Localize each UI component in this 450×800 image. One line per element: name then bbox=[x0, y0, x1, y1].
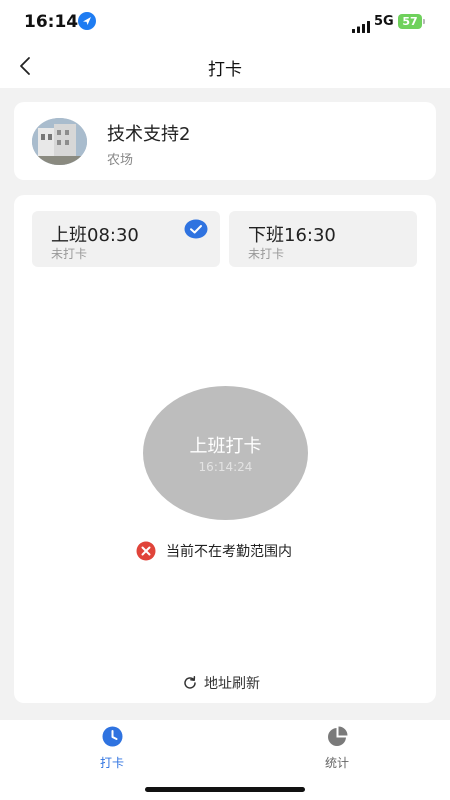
tab-label: 打卡 bbox=[99, 756, 124, 770]
range-message: 当前不在考勤范围内 bbox=[166, 544, 292, 560]
error-icon bbox=[136, 541, 156, 561]
shift-time: 上班08:30 bbox=[51, 225, 139, 246]
refresh-label: 地址刷新 bbox=[204, 676, 260, 692]
user-name: 技术支持2 bbox=[107, 124, 191, 145]
home-indicator bbox=[145, 787, 305, 792]
tab-label: 统计 bbox=[324, 756, 349, 770]
battery-icon: 57 bbox=[398, 14, 422, 29]
punch-clock: 16:14:24 bbox=[198, 460, 253, 474]
avatar bbox=[32, 118, 87, 165]
shift-time: 下班16:30 bbox=[248, 225, 336, 246]
shift-status: 未打卡 bbox=[248, 247, 285, 261]
shift-on-duty[interactable]: 上班08:30 未打卡 bbox=[32, 211, 220, 267]
network-type: 5G bbox=[374, 14, 394, 29]
range-warning: 当前不在考勤范围内 bbox=[136, 540, 292, 562]
status-time: 16:14 bbox=[24, 12, 79, 32]
battery-level: 57 bbox=[402, 15, 418, 28]
refresh-icon bbox=[182, 675, 198, 691]
clock-icon bbox=[102, 726, 123, 747]
check-badge-icon bbox=[184, 219, 208, 239]
tab-stats[interactable]: 统计 bbox=[287, 726, 387, 776]
punch-in-button[interactable]: 上班打卡 16:14:24 bbox=[143, 386, 308, 520]
shift-off-duty[interactable]: 下班16:30 未打卡 bbox=[229, 211, 417, 267]
user-group: 农场 bbox=[107, 153, 134, 168]
battery-tip bbox=[423, 19, 425, 24]
shift-status: 未打卡 bbox=[51, 247, 88, 261]
punch-label: 上班打卡 bbox=[189, 436, 262, 457]
status-bar: 16:14 5G 57 bbox=[0, 0, 450, 44]
pie-chart-icon bbox=[327, 726, 348, 747]
tab-punch[interactable]: 打卡 bbox=[62, 726, 162, 776]
signal-icon bbox=[352, 18, 370, 33]
user-card: 技术支持2 农场 bbox=[14, 102, 436, 180]
tab-bar: 打卡 统计 bbox=[0, 720, 450, 800]
address-refresh-button[interactable]: 地址刷新 bbox=[182, 673, 260, 693]
location-arrow-icon bbox=[78, 12, 96, 30]
nav-bar: 打卡 bbox=[0, 44, 450, 88]
attendance-card: 上班08:30 未打卡 下班16:30 未打卡 上班打卡 16:14:24 当前… bbox=[14, 195, 436, 703]
page-title: 打卡 bbox=[208, 60, 242, 80]
